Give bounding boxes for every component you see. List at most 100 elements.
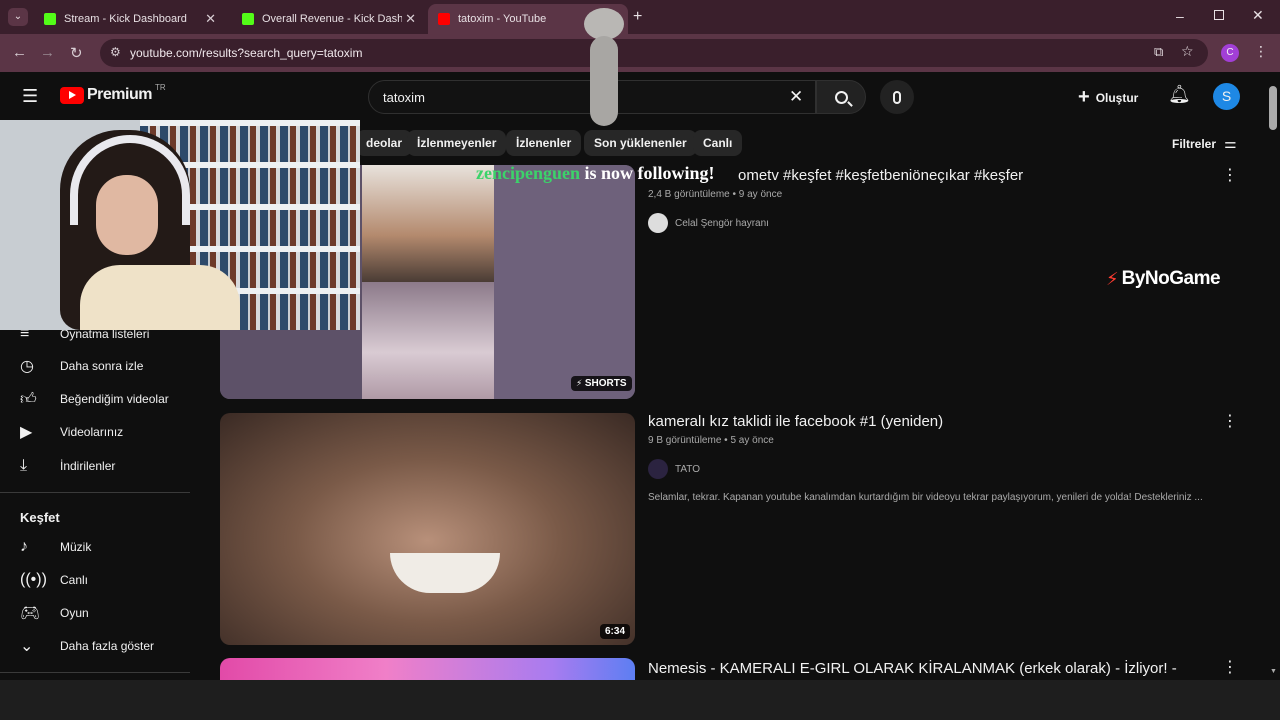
- sidebar-item-watch-later[interactable]: ◷ Daha sonra izle: [0, 352, 200, 380]
- scroll-down-arrow[interactable]: ▼: [1270, 668, 1277, 675]
- avatar: [648, 213, 668, 233]
- account-avatar[interactable]: S: [1213, 83, 1240, 110]
- music-icon: ♪: [20, 538, 28, 555]
- more-actions-icon[interactable]: ⋮: [1222, 165, 1238, 185]
- sidebar-item-your-videos[interactable]: ▶ Videolarınız: [0, 418, 200, 446]
- video-thumbnail-2[interactable]: 6:34: [220, 413, 635, 645]
- avatar: [648, 459, 668, 479]
- chevron-down-icon: ⌄: [20, 638, 34, 655]
- logo-text: Premium: [87, 86, 152, 103]
- minimize-button[interactable]: –: [1176, 8, 1184, 24]
- follower-name: zencipenguen: [476, 163, 581, 183]
- notifications-bell-icon[interactable]: 🔔︎: [1168, 84, 1191, 105]
- thumbnail-face-bottom: [362, 282, 494, 399]
- create-button[interactable]: + Oluştur: [1078, 86, 1138, 109]
- url-text: youtube.com/results?search_query=tatoxim: [130, 46, 363, 60]
- sidebar-item-gaming[interactable]: 🎮︎ Oyun: [0, 599, 200, 627]
- reload-icon[interactable]: ↻: [70, 44, 83, 62]
- forward-icon[interactable]: →: [40, 44, 55, 61]
- bottom-bar: [0, 680, 1280, 720]
- youtube-logo[interactable]: Premium TR: [60, 82, 166, 104]
- new-tab-button[interactable]: +: [633, 8, 642, 26]
- create-label: Oluştur: [1095, 90, 1139, 105]
- video-title-2[interactable]: kameralı kız taklidi ile facebook #1 (ye…: [648, 413, 943, 430]
- video-title-3[interactable]: Nemesis - KAMERALI E-GIRL OLARAK KİRALAN…: [648, 660, 1177, 677]
- microphone-icon: [893, 90, 901, 104]
- channel-info-2[interactable]: TATO: [648, 459, 700, 479]
- sidebar-item-show-more[interactable]: ⌄ Daha fazla göster: [0, 632, 200, 660]
- kick-icon: [242, 13, 254, 25]
- cat-body: [590, 36, 618, 126]
- sidebar-item-label: İndirilenler: [60, 459, 116, 473]
- more-actions-icon[interactable]: ⋮: [1222, 411, 1238, 431]
- channel-name: Celal Şengör hayranı: [675, 217, 769, 229]
- sidebar-item-downloads[interactable]: ⤓ İndirilenler: [0, 452, 200, 480]
- follow-alert: zencipenguen is now following!: [476, 163, 715, 184]
- plus-icon: +: [1078, 86, 1090, 108]
- sidebar-item-label: Müzik: [60, 540, 92, 554]
- thumbs-up-icon: 👍︎: [20, 390, 37, 408]
- address-bar-row: ← → ↻ ⚙ youtube.com/results?search_query…: [0, 34, 1280, 72]
- sliders-icon: ⚌: [1224, 135, 1237, 151]
- scroll-thumb[interactable]: [1269, 86, 1277, 130]
- tab-title: Overall Revenue - Kick Dashboard: [262, 13, 402, 25]
- video-thumbnail-3[interactable]: [220, 658, 635, 680]
- profile-avatar[interactable]: C: [1221, 44, 1239, 62]
- close-window-button[interactable]: ✕: [1252, 7, 1264, 24]
- voice-search-button[interactable]: [880, 80, 914, 114]
- maximize-button[interactable]: [1214, 10, 1224, 20]
- search-value: tatoxim: [383, 89, 425, 105]
- channel-info-1[interactable]: Celal Şengör hayranı: [648, 213, 769, 233]
- close-tab-icon[interactable]: ✕: [205, 11, 216, 27]
- tab-search-button[interactable]: ⌄: [8, 8, 28, 26]
- bynogame-icon: ⚡︎: [1106, 268, 1119, 289]
- filters-button[interactable]: Filtreler ⚌: [1172, 135, 1237, 152]
- site-info-icon[interactable]: ⚙: [110, 45, 121, 59]
- tab-kick-revenue[interactable]: Overall Revenue - Kick Dashboard ✕: [232, 4, 424, 34]
- hamburger-menu-icon[interactable]: ☰: [22, 86, 38, 107]
- install-app-icon[interactable]: ⧉: [1154, 44, 1163, 60]
- sidebar-item-music[interactable]: ♪ Müzik: [0, 533, 200, 561]
- tab-kick-stream[interactable]: Stream - Kick Dashboard ✕: [34, 4, 224, 34]
- thumbnail-face-top: [362, 165, 494, 282]
- video-title-1[interactable]: ometv #keşfet #keşfetbeniöneçıkar #keşfe…: [738, 167, 1023, 184]
- country-code: TR: [154, 82, 166, 92]
- sidebar-item-live[interactable]: ((•)) Canlı: [0, 566, 200, 594]
- video-description-2: Selamlar, tekrar. Kapanan youtube kanalı…: [648, 492, 1203, 503]
- page-scrollbar[interactable]: ▼: [1266, 72, 1280, 680]
- game-icon: 🎮︎: [20, 605, 41, 622]
- sponsor-text: ByNoGame: [1121, 268, 1221, 289]
- youtube-icon: [438, 13, 450, 25]
- address-bar[interactable]: ⚙ youtube.com/results?search_query=tatox…: [100, 39, 1208, 67]
- youtube-play-icon: [60, 86, 84, 104]
- shorts-icon: ⚡︎: [576, 378, 585, 388]
- explore-heading: Keşfet: [20, 510, 60, 525]
- bookmark-star-icon[interactable]: ☆: [1181, 43, 1194, 60]
- search-button[interactable]: [816, 80, 866, 114]
- sidebar-item-label: Daha fazla göster: [60, 639, 155, 653]
- sidebar-divider: [0, 492, 190, 493]
- video-meta-2: 9 B görüntüleme • 5 ay önce: [648, 435, 774, 446]
- thumbnail-smile: [390, 553, 500, 593]
- sidebar-item-label: Videolarınız: [60, 425, 124, 439]
- chip-watched[interactable]: İzlenenler: [506, 130, 582, 156]
- sponsor-logo: ⚡︎ ByNoGame: [1106, 268, 1221, 290]
- sidebar-item-label: Daha sonra izle: [60, 359, 144, 373]
- clear-search-icon[interactable]: ✕: [789, 87, 803, 107]
- chip-live[interactable]: Canlı: [693, 130, 743, 156]
- tab-title: Stream - Kick Dashboard: [64, 13, 187, 25]
- streamer-shirt: [80, 265, 240, 330]
- channel-name: TATO: [675, 463, 700, 475]
- browser-tab-bar: ⌄ Stream - Kick Dashboard ✕ Overall Reve…: [0, 0, 1280, 34]
- kick-icon: [44, 13, 56, 25]
- filters-label: Filtreler: [1172, 136, 1217, 151]
- search-icon: [834, 90, 853, 107]
- chip-videos[interactable]: deolar: [356, 130, 413, 156]
- back-icon[interactable]: ←: [12, 44, 27, 61]
- clock-icon: ◷: [20, 358, 34, 375]
- more-actions-icon[interactable]: ⋮: [1222, 657, 1238, 677]
- browser-menu-icon[interactable]: ⋮: [1254, 43, 1268, 60]
- close-tab-icon[interactable]: ✕: [405, 11, 416, 27]
- chip-unwatched[interactable]: İzlenmeyenler: [407, 130, 507, 156]
- sidebar-item-liked-videos[interactable]: 👍︎ Beğendiğim videolar: [0, 385, 200, 413]
